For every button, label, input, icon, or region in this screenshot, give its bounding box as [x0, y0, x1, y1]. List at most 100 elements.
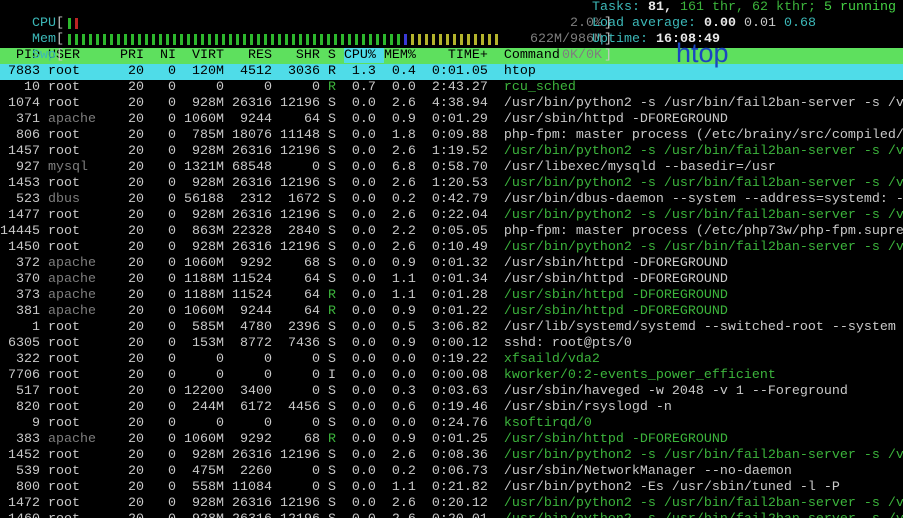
process-row[interactable]: 1477 root 20 0 928M 26316 12196 S 0.0 2.… — [0, 208, 903, 224]
process-row[interactable]: 322 root 20 0 0 0 0 S 0.0 0.0 0:19.22 xf… — [0, 352, 903, 368]
cell-pid: 806 — [0, 128, 48, 143]
cell-stats: 20 0 585M 4780 2396 — [120, 320, 328, 335]
cell-state: R — [328, 64, 344, 79]
process-row[interactable]: 14445 root 20 0 863M 22328 2840 S 0.0 2.… — [0, 224, 903, 240]
cell-usage-time: 0.0 0.9 0:01.29 — [344, 112, 504, 127]
cell-user: apache — [48, 272, 120, 287]
process-row[interactable]: 7706 root 20 0 0 0 0 I 0.0 0.0 0:00.08 k… — [0, 368, 903, 384]
cell-pid: 539 — [0, 464, 48, 479]
cell-command: /usr/bin/dbus-daemon --system --address=… — [504, 192, 903, 207]
cell-command: sshd: root@pts/0 — [504, 336, 632, 351]
cell-command: /usr/sbin/NetworkManager --no-daemon — [504, 464, 792, 479]
cell-user: root — [48, 352, 120, 367]
cell-usage-time: 0.0 2.6 4:38.94 — [344, 96, 504, 111]
load-average: Load average: 0.00 0.01 0.68 — [592, 16, 816, 32]
cell-usage-time: 0.0 0.6 0:19.46 — [344, 400, 504, 415]
cell-pid: 1450 — [0, 240, 48, 255]
cell-user: root — [48, 368, 120, 383]
process-row[interactable]: 371 apache 20 0 1060M 9244 64 S 0.0 0.9 … — [0, 112, 903, 128]
cell-usage-time: 0.0 0.3 0:03.63 — [344, 384, 504, 399]
cell-usage-time: 0.0 0.9 0:01.25 — [344, 432, 504, 447]
cell-pid: 7706 — [0, 368, 48, 383]
cell-stats: 20 0 928M 26316 12196 — [120, 512, 328, 518]
cell-usage-time: 0.0 0.5 3:06.82 — [344, 320, 504, 335]
process-row[interactable]: 927 mysql 20 0 1321M 68548 0 S 0.0 6.8 0… — [0, 160, 903, 176]
cell-user: root — [48, 336, 120, 351]
cell-state: S — [328, 160, 344, 175]
swp-meter-open-bracket: [ — [56, 48, 64, 63]
cell-user: root — [48, 144, 120, 159]
cell-command: /usr/libexec/mysqld --basedir=/usr — [504, 160, 776, 175]
cell-state: I — [328, 368, 344, 383]
cell-user: root — [48, 224, 120, 239]
cell-pid: 1460 — [0, 512, 48, 518]
cell-command: /usr/bin/python2 -s /usr/bin/fail2ban-se… — [504, 512, 903, 518]
cell-user: root — [48, 496, 120, 511]
cell-stats: 20 0 1188M 11524 64 — [120, 288, 328, 303]
process-row[interactable]: 383 apache 20 0 1060M 9292 68 R 0.0 0.9 … — [0, 432, 903, 448]
process-row[interactable]: 9 root 20 0 0 0 0 S 0.0 0.0 0:24.76 ksof… — [0, 416, 903, 432]
process-row[interactable]: 373 apache 20 0 1188M 11524 64 R 0.0 1.1… — [0, 288, 903, 304]
cell-command: /usr/bin/python2 -s /usr/bin/fail2ban-se… — [504, 96, 903, 111]
cell-usage-time: 0.0 2.6 0:20.01 — [344, 512, 504, 518]
cell-usage-time: 0.0 2.6 0:10.49 — [344, 240, 504, 255]
cell-pid: 1472 — [0, 496, 48, 511]
cell-state: S — [328, 352, 344, 367]
cell-command: /usr/bin/python2 -s /usr/bin/fail2ban-se… — [504, 240, 903, 255]
process-row[interactable]: 1 root 20 0 585M 4780 2396 S 0.0 0.5 3:0… — [0, 320, 903, 336]
cell-pid: 370 — [0, 272, 48, 287]
cpu-meter-line: CPU[2.0%] Tasks: 81, 161 thr, 62 kthr; 5… — [0, 0, 903, 16]
process-row[interactable]: 1457 root 20 0 928M 26316 12196 S 0.0 2.… — [0, 144, 903, 160]
cell-command: /usr/sbin/httpd -DFOREGROUND — [504, 256, 728, 271]
cell-pid: 800 — [0, 480, 48, 495]
cell-state: S — [328, 176, 344, 191]
cell-state: S — [328, 224, 344, 239]
cell-usage-time: 0.0 2.6 0:20.12 — [344, 496, 504, 511]
cell-usage-time: 0.0 2.6 1:20.53 — [344, 176, 504, 191]
cell-usage-time: 0.0 0.0 0:24.76 — [344, 416, 504, 431]
cell-user: root — [48, 96, 120, 111]
process-row[interactable]: 800 root 20 0 558M 11084 0 S 0.0 1.1 0:2… — [0, 480, 903, 496]
process-row[interactable]: 523 dbus 20 0 56188 2312 1672 S 0.0 0.2 … — [0, 192, 903, 208]
process-row[interactable]: 517 root 20 0 12200 3400 0 S 0.0 0.3 0:0… — [0, 384, 903, 400]
cell-pid: 6305 — [0, 336, 48, 351]
process-row[interactable]: 10 root 20 0 0 0 0 R 0.7 0.0 2:43.27 rcu… — [0, 80, 903, 96]
process-row[interactable]: 1453 root 20 0 928M 26316 12196 S 0.0 2.… — [0, 176, 903, 192]
cell-pid: 371 — [0, 112, 48, 127]
process-row[interactable]: 381 apache 20 0 1060M 9244 64 R 0.0 0.9 … — [0, 304, 903, 320]
cell-stats: 20 0 928M 26316 12196 — [120, 496, 328, 511]
cell-command: /usr/sbin/httpd -DFOREGROUND — [504, 288, 728, 303]
process-row[interactable]: 370 apache 20 0 1188M 11524 64 S 0.0 1.1… — [0, 272, 903, 288]
cell-stats: 20 0 0 0 0 — [120, 352, 328, 367]
load-segment-0: Load average: — [592, 16, 704, 31]
cell-user: apache — [48, 304, 120, 319]
cell-usage-time: 0.0 1.8 0:09.88 — [344, 128, 504, 143]
cell-stats: 20 0 928M 26316 12196 — [120, 208, 328, 223]
cell-user: apache — [48, 432, 120, 447]
process-row-selected[interactable]: 7883 root 20 0 120M 4512 3036 R 1.3 0.4 … — [0, 64, 903, 80]
process-row[interactable]: 1452 root 20 0 928M 26316 12196 S 0.0 2.… — [0, 448, 903, 464]
cell-pid: 322 — [0, 352, 48, 367]
process-row[interactable]: 820 root 20 0 244M 6172 4456 S 0.0 0.6 0… — [0, 400, 903, 416]
cell-pid: 9 — [0, 416, 48, 431]
process-row[interactable]: 1074 root 20 0 928M 26316 12196 S 0.0 2.… — [0, 96, 903, 112]
process-row[interactable]: 372 apache 20 0 1060M 9292 68 S 0.0 0.9 … — [0, 256, 903, 272]
cell-pid: 820 — [0, 400, 48, 415]
process-row[interactable]: 1472 root 20 0 928M 26316 12196 S 0.0 2.… — [0, 496, 903, 512]
process-row[interactable]: 6305 root 20 0 153M 8772 7436 S 0.0 0.9 … — [0, 336, 903, 352]
cell-stats: 20 0 12200 3400 0 — [120, 384, 328, 399]
cell-state: S — [328, 384, 344, 399]
cell-usage-time: 0.0 2.6 1:19.52 — [344, 144, 504, 159]
swp-meter-value: 0K/0K — [562, 48, 602, 64]
process-row[interactable]: 539 root 20 0 475M 2260 0 S 0.0 0.2 0:06… — [0, 464, 903, 480]
cell-stats: 20 0 244M 6172 4456 — [120, 400, 328, 415]
process-row[interactable]: 1460 root 20 0 928M 26316 12196 S 0.0 2.… — [0, 512, 903, 518]
process-row[interactable]: 1450 root 20 0 928M 26316 12196 S 0.0 2.… — [0, 240, 903, 256]
cell-pid: 14445 — [0, 224, 48, 239]
cell-usage-time: 0.0 0.2 0:06.73 — [344, 464, 504, 479]
cell-user: root — [48, 464, 120, 479]
cell-state: S — [328, 480, 344, 495]
process-row[interactable]: 806 root 20 0 785M 18076 11148 S 0.0 1.8… — [0, 128, 903, 144]
cell-pid: 1452 — [0, 448, 48, 463]
cell-state: S — [328, 336, 344, 351]
